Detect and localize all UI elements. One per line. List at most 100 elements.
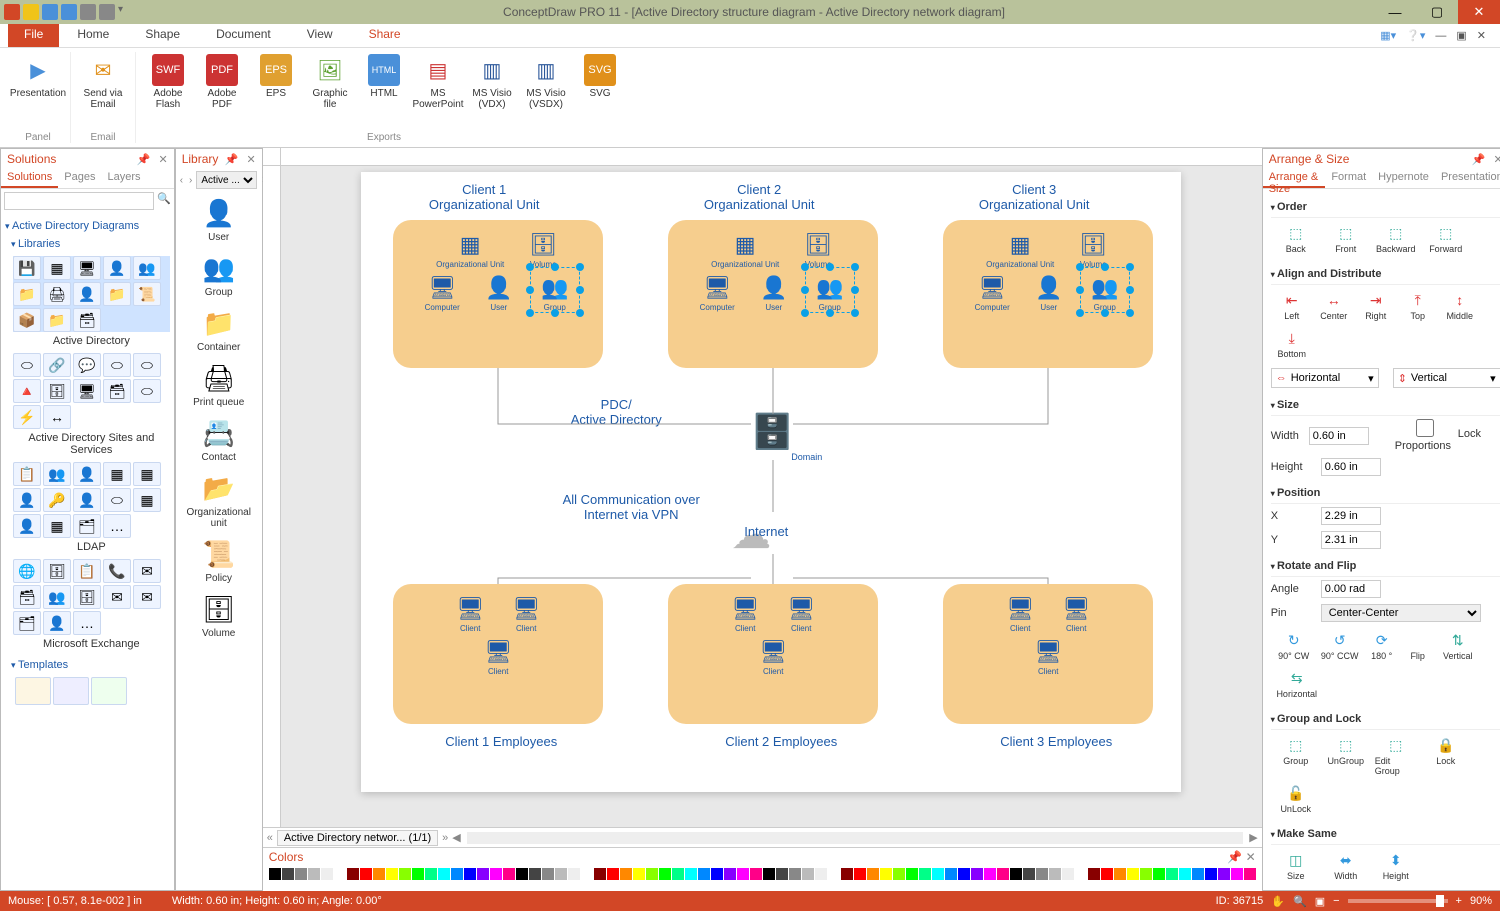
employees-box-2[interactable]: 🖥Client🖥Client 🖥Client: [668, 584, 878, 724]
search-icon[interactable]: 🔍: [157, 192, 171, 210]
angle-input[interactable]: [1321, 580, 1381, 598]
order-backward-button[interactable]: ⬚Backward: [1375, 224, 1417, 254]
tab-document[interactable]: Document: [198, 24, 289, 47]
order-front-button[interactable]: ⬚Front: [1325, 224, 1367, 254]
new-icon[interactable]: [23, 4, 39, 20]
tree-templates[interactable]: Templates: [11, 656, 170, 674]
tab-scroll-right-icon[interactable]: »: [442, 832, 448, 844]
color-swatches[interactable]: [263, 866, 1262, 882]
maximize-button[interactable]: ▢: [1416, 0, 1458, 24]
shape-org-unit[interactable]: 📂Organizational unit: [179, 469, 259, 529]
library-selector[interactable]: Active ...: [196, 171, 257, 189]
order-forward-button[interactable]: ⬚Forward: [1425, 224, 1467, 254]
shape-container[interactable]: 📁Container: [179, 304, 259, 353]
export-visio-vsdx-button[interactable]: ▥MS Visio (VSDX): [520, 52, 572, 132]
solutions-tab-solutions[interactable]: Solutions: [1, 169, 58, 188]
ruler-vertical[interactable]: [263, 166, 281, 827]
shape-print-queue[interactable]: 🖨Print queue: [179, 359, 259, 408]
rotate-180-button[interactable]: ⟳180 °: [1367, 631, 1397, 661]
zoom-out-icon[interactable]: −: [1333, 895, 1339, 907]
export-visio-vdx-button[interactable]: ▥MS Visio (VDX): [466, 52, 518, 132]
shape-volume[interactable]: 🗄Volume: [179, 590, 259, 639]
save-icon[interactable]: [61, 4, 77, 20]
same-height-button[interactable]: ⬍Height: [1375, 851, 1417, 881]
align-middle-button[interactable]: ↕Middle: [1443, 291, 1477, 321]
lock-button[interactable]: 🔒Lock: [1425, 736, 1467, 776]
close-panel-icon[interactable]: ✕: [1493, 153, 1500, 166]
section-order[interactable]: Order: [1271, 197, 1500, 218]
align-left-button[interactable]: ⇤Left: [1275, 291, 1309, 321]
lock-proportions-checkbox[interactable]: [1395, 419, 1455, 437]
library-ldap[interactable]: 📋👥👤▦▦ 👤🔑👤⬭▦ 👤▦🗂…: [13, 462, 170, 538]
same-size-button[interactable]: ◫Size: [1275, 851, 1317, 881]
shape-user[interactable]: 👤User: [179, 194, 259, 243]
solutions-tab-layers[interactable]: Layers: [101, 169, 146, 188]
export-eps-button[interactable]: EPSEPS: [250, 52, 302, 132]
employees-box-3[interactable]: 🖥Client🖥Client 🖥Client: [943, 584, 1153, 724]
align-bottom-button[interactable]: ⤓Bottom: [1275, 329, 1309, 359]
section-position[interactable]: Position: [1271, 483, 1500, 504]
solutions-tab-pages[interactable]: Pages: [58, 169, 101, 188]
hand-tool-icon[interactable]: ✋: [1271, 895, 1285, 908]
employees-box-1[interactable]: 🖥Client🖥Client 🖥Client: [393, 584, 603, 724]
org-unit-box-2[interactable]: ▦Organizational Unit🗄Volume 🖥Computer👤Us…: [668, 220, 878, 368]
section-group[interactable]: Group and Lock: [1271, 709, 1500, 730]
library-active-directory[interactable]: 💾▦🖥👤👥 📁🖨👤📁📜 📦📁🗃: [13, 256, 170, 332]
close-button[interactable]: ✕: [1458, 0, 1500, 24]
presentation-button[interactable]: ▶ Presentation: [12, 52, 64, 132]
domain-server-icon[interactable]: 🗄️: [751, 412, 793, 452]
pin-select[interactable]: Center-Center: [1321, 604, 1481, 622]
export-flash-button[interactable]: SWFAdobe Flash: [142, 52, 194, 132]
solutions-search-input[interactable]: [4, 192, 154, 210]
export-graphic-button[interactable]: 🖼Graphic file: [304, 52, 356, 132]
export-html-button[interactable]: HTMLHTML: [358, 52, 410, 132]
preview-icon[interactable]: [99, 4, 115, 20]
hscroll-left-icon[interactable]: ◀: [452, 831, 460, 844]
org-unit-box-1[interactable]: ▦Organizational Unit🗄Volume 🖥Computer👤Us…: [393, 220, 603, 368]
pin-icon[interactable]: 📌: [225, 153, 239, 166]
close-panel-icon[interactable]: ✕: [246, 153, 255, 166]
mdi-close-icon[interactable]: ✕: [1477, 29, 1486, 42]
hscrollbar[interactable]: [467, 832, 1243, 844]
print-icon[interactable]: [80, 4, 96, 20]
x-input[interactable]: [1321, 507, 1381, 525]
tab-share[interactable]: Share: [351, 24, 419, 47]
pin-icon[interactable]: 📌 ✕: [1227, 850, 1255, 864]
align-right-button[interactable]: ⇥Right: [1359, 291, 1393, 321]
flip-vertical-button[interactable]: ⇅Vertical: [1439, 631, 1477, 661]
distribute-horizontal[interactable]: ⇔Horizontal▾: [1271, 368, 1379, 388]
tab-view[interactable]: View: [289, 24, 351, 47]
tab-scroll-left-icon[interactable]: «: [267, 832, 273, 844]
rotate-cw-button[interactable]: ↻90° CW: [1275, 631, 1313, 661]
rtab-presentation[interactable]: Presentation: [1435, 169, 1500, 188]
panel-toggle-icon[interactable]: ▦▾: [1380, 29, 1396, 42]
open-icon[interactable]: [42, 4, 58, 20]
unlock-button[interactable]: 🔓UnLock: [1275, 784, 1317, 814]
mdi-restore-icon[interactable]: ▣: [1456, 29, 1466, 42]
y-input[interactable]: [1321, 531, 1381, 549]
library-ad-sites[interactable]: ⬭🔗💬⬭⬭ 🔺🗄🖥🗃 ⬭⚡↔: [13, 353, 170, 429]
qat-dropdown-icon[interactable]: ▾: [118, 4, 134, 20]
same-width-button[interactable]: ⬌Width: [1325, 851, 1367, 881]
drawing-page[interactable]: Client 1Organizational Unit Client 2Orga…: [361, 172, 1181, 792]
help-icon[interactable]: ❔▾: [1406, 29, 1425, 42]
tree-libraries[interactable]: Libraries: [11, 235, 170, 253]
lib-next-icon[interactable]: ›: [187, 175, 194, 186]
file-tab[interactable]: File: [8, 24, 59, 47]
pin-icon[interactable]: 📌: [1472, 153, 1486, 166]
shape-group[interactable]: 👥Group: [179, 249, 259, 298]
export-svg-button[interactable]: SVGSVG: [574, 52, 626, 132]
distribute-vertical[interactable]: ⇕Vertical▾: [1393, 368, 1500, 388]
hscroll-right-icon[interactable]: ▶: [1249, 831, 1257, 844]
rtab-arrange[interactable]: Arrange & Size: [1263, 169, 1326, 188]
ungroup-button[interactable]: ⬚UnGroup: [1325, 736, 1367, 776]
group-button[interactable]: ⬚Group: [1275, 736, 1317, 776]
section-make-same[interactable]: Make Same: [1271, 824, 1500, 845]
zoom-slider[interactable]: [1348, 899, 1448, 903]
rtab-format[interactable]: Format: [1325, 169, 1372, 188]
pin-icon[interactable]: 📌: [137, 153, 151, 166]
minimize-button[interactable]: —: [1374, 0, 1416, 24]
edit-group-button[interactable]: ⬚Edit Group: [1375, 736, 1417, 776]
page-tab[interactable]: Active Directory networ... (1/1): [277, 830, 438, 846]
section-rotate[interactable]: Rotate and Flip: [1271, 556, 1500, 577]
